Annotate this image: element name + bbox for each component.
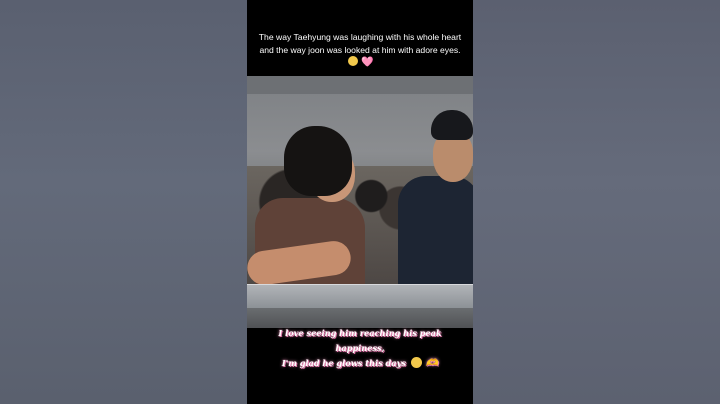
heart-hands-icon: 🫶 (425, 358, 439, 369)
bottom-caption-line-2-text: I'm glad he glows this days (281, 358, 406, 368)
bottom-caption-line-1: I love seeing him reaching his peak happ… (278, 328, 442, 353)
pink-heart-icon: 🩷 (360, 57, 374, 69)
top-caption-text: The way Taehyung was laughing with his w… (258, 32, 462, 55)
person-right-jacket (398, 176, 473, 296)
background-right-panel (473, 0, 720, 404)
bottom-caption-line-2: I'm glad he glows this days 🫶 (255, 356, 465, 371)
crying-face-icon (410, 357, 422, 368)
metal-barrier (247, 284, 473, 310)
barrier-lower-panel (247, 308, 473, 328)
top-caption: The way Taehyung was laughing with his w… (255, 31, 465, 70)
bottom-caption: I love seeing him reaching his peak happ… (255, 326, 465, 371)
background-left-panel (0, 0, 247, 404)
pleading-face-icon (347, 56, 358, 67)
venue-banner (247, 76, 473, 94)
video-scene (247, 76, 473, 328)
person-right-cap (431, 110, 473, 140)
person-left-hair (284, 126, 352, 196)
video-frame: The way Taehyung was laughing with his w… (247, 0, 473, 404)
